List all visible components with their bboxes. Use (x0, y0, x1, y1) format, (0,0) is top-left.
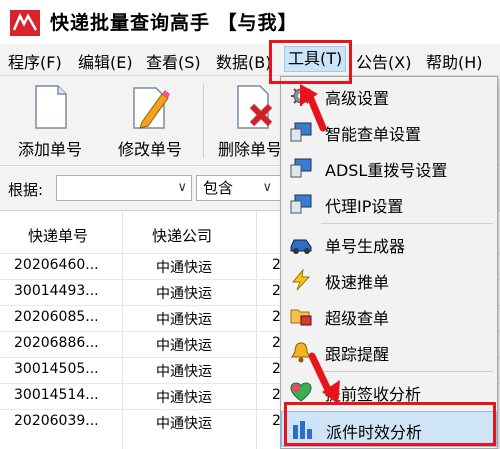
app-logo-icon (10, 10, 40, 36)
menu-item-proxy-ip-settings[interactable]: 代理IP设置 (281, 187, 497, 221)
add-tracking-label: 添加单号 (17, 140, 82, 159)
monitor-settings-icon (290, 122, 312, 142)
toolbar-separator (203, 84, 204, 158)
edit-tracking-button[interactable]: 修改单号 (100, 84, 200, 160)
menu-item-advanced-settings[interactable]: 高级设置 (281, 79, 497, 113)
menu-view[interactable]: 查看(S) (146, 49, 201, 73)
filter-label: 根据: (8, 181, 44, 199)
header-courier-company[interactable]: 快递公司 (152, 225, 212, 246)
monitor-proxy-icon (290, 194, 312, 214)
menu-item-early-sign-analysis[interactable]: 提前签收分析 (281, 375, 497, 409)
header-tracking-number[interactable]: 快递单号 (28, 225, 88, 246)
menu-item-label: 代理IP设置 (325, 197, 404, 216)
menu-program[interactable]: 程序(F) (8, 49, 62, 73)
menu-item-tracking-number-generator[interactable]: 单号生成器 (281, 227, 497, 261)
menu-data[interactable]: 数据(B) (216, 49, 271, 73)
chevron-down-icon: ∨ (177, 180, 187, 195)
menu-item-tracking-reminder[interactable]: 跟踪提醒 (281, 335, 497, 369)
menu-separator (321, 371, 493, 372)
chevron-down-icon: ∨ (262, 180, 272, 195)
lightning-icon (291, 269, 311, 291)
menu-item-label: 极速推单 (325, 273, 390, 292)
menu-notice[interactable]: 公告(X) (356, 49, 411, 73)
car-icon (290, 239, 312, 254)
window-title: 快递批量查询高手 【与我】 (50, 12, 298, 34)
menu-item-label: 智能查单设置 (325, 125, 422, 144)
menu-item-label: 提前签收分析 (325, 385, 422, 404)
cell-courier: 中通快运 (156, 286, 212, 302)
cell-tracking-number: 30014493... (14, 283, 99, 299)
gear-icon (291, 86, 311, 106)
menu-bar: 程序(F) 编辑(E) 查看(S) 数据(B) 工具(T) 公告(X) 帮助(H… (0, 44, 500, 76)
cell-tracking-number: 30014514... (14, 387, 99, 403)
document-icon (35, 85, 67, 129)
menu-item-fast-push[interactable]: 极速推单 (281, 263, 497, 297)
pencil-document-icon (133, 87, 170, 129)
menu-item-label: 跟踪提醒 (325, 345, 390, 364)
filter-mode-value: 包含 (203, 179, 234, 197)
cell-courier: 中通快运 (156, 364, 212, 380)
menu-item-label: 派件时效分析 (326, 423, 423, 442)
menu-item-label: ADSL重拨号设置 (325, 161, 448, 180)
title-bar: 快递批量查询高手 【与我】 (0, 0, 500, 42)
tools-dropdown-menu: 高级设置 智能查单设置 ADSL重拨号设置 代理IP设置 单号生成器 极速推单 … (280, 76, 498, 449)
bar-chart-icon (293, 421, 312, 439)
cell-tracking-number: 30014505... (14, 361, 99, 377)
cell-tracking-number: 20206886... (14, 335, 99, 351)
menu-item-delivery-time-analysis[interactable]: 派件时效分析 (281, 411, 497, 447)
menu-item-super-query[interactable]: 超级查单 (281, 299, 497, 333)
cell-tracking-number: 20206039... (14, 413, 99, 429)
cell-courier: 中通快运 (156, 260, 212, 276)
menu-item-smart-query-settings[interactable]: 智能查单设置 (281, 115, 497, 149)
menu-help[interactable]: 帮助(H) (426, 49, 483, 73)
filter-mode-select[interactable]: 包含 ∨ (196, 175, 282, 201)
menu-item-adsl-redial-settings[interactable]: ADSL重拨号设置 (281, 151, 497, 185)
cell-courier: 中通快运 (156, 416, 212, 432)
menu-item-label: 高级设置 (325, 89, 390, 108)
cell-tracking-number: 20206460... (14, 257, 99, 273)
edit-tracking-label: 修改单号 (117, 140, 182, 159)
cell-tracking-number: 20206085... (14, 309, 99, 325)
menu-edit[interactable]: 编辑(E) (78, 49, 133, 73)
heart-check-icon (290, 382, 312, 402)
monitor-dial-icon (290, 158, 312, 178)
menu-tools[interactable]: 工具(T) (284, 46, 347, 72)
folder-lock-icon (290, 309, 312, 326)
menu-item-label: 超级查单 (325, 309, 390, 328)
delete-document-icon (237, 85, 273, 129)
cell-courier: 中通快运 (156, 390, 212, 406)
menu-separator (321, 223, 493, 224)
cell-courier: 中通快运 (156, 338, 212, 354)
cell-courier: 中通快运 (156, 312, 212, 328)
filter-field-select[interactable]: ∨ (56, 175, 192, 201)
bell-icon (291, 342, 311, 363)
add-tracking-button[interactable]: 添加单号 (0, 84, 100, 160)
menu-item-label: 单号生成器 (325, 237, 406, 256)
